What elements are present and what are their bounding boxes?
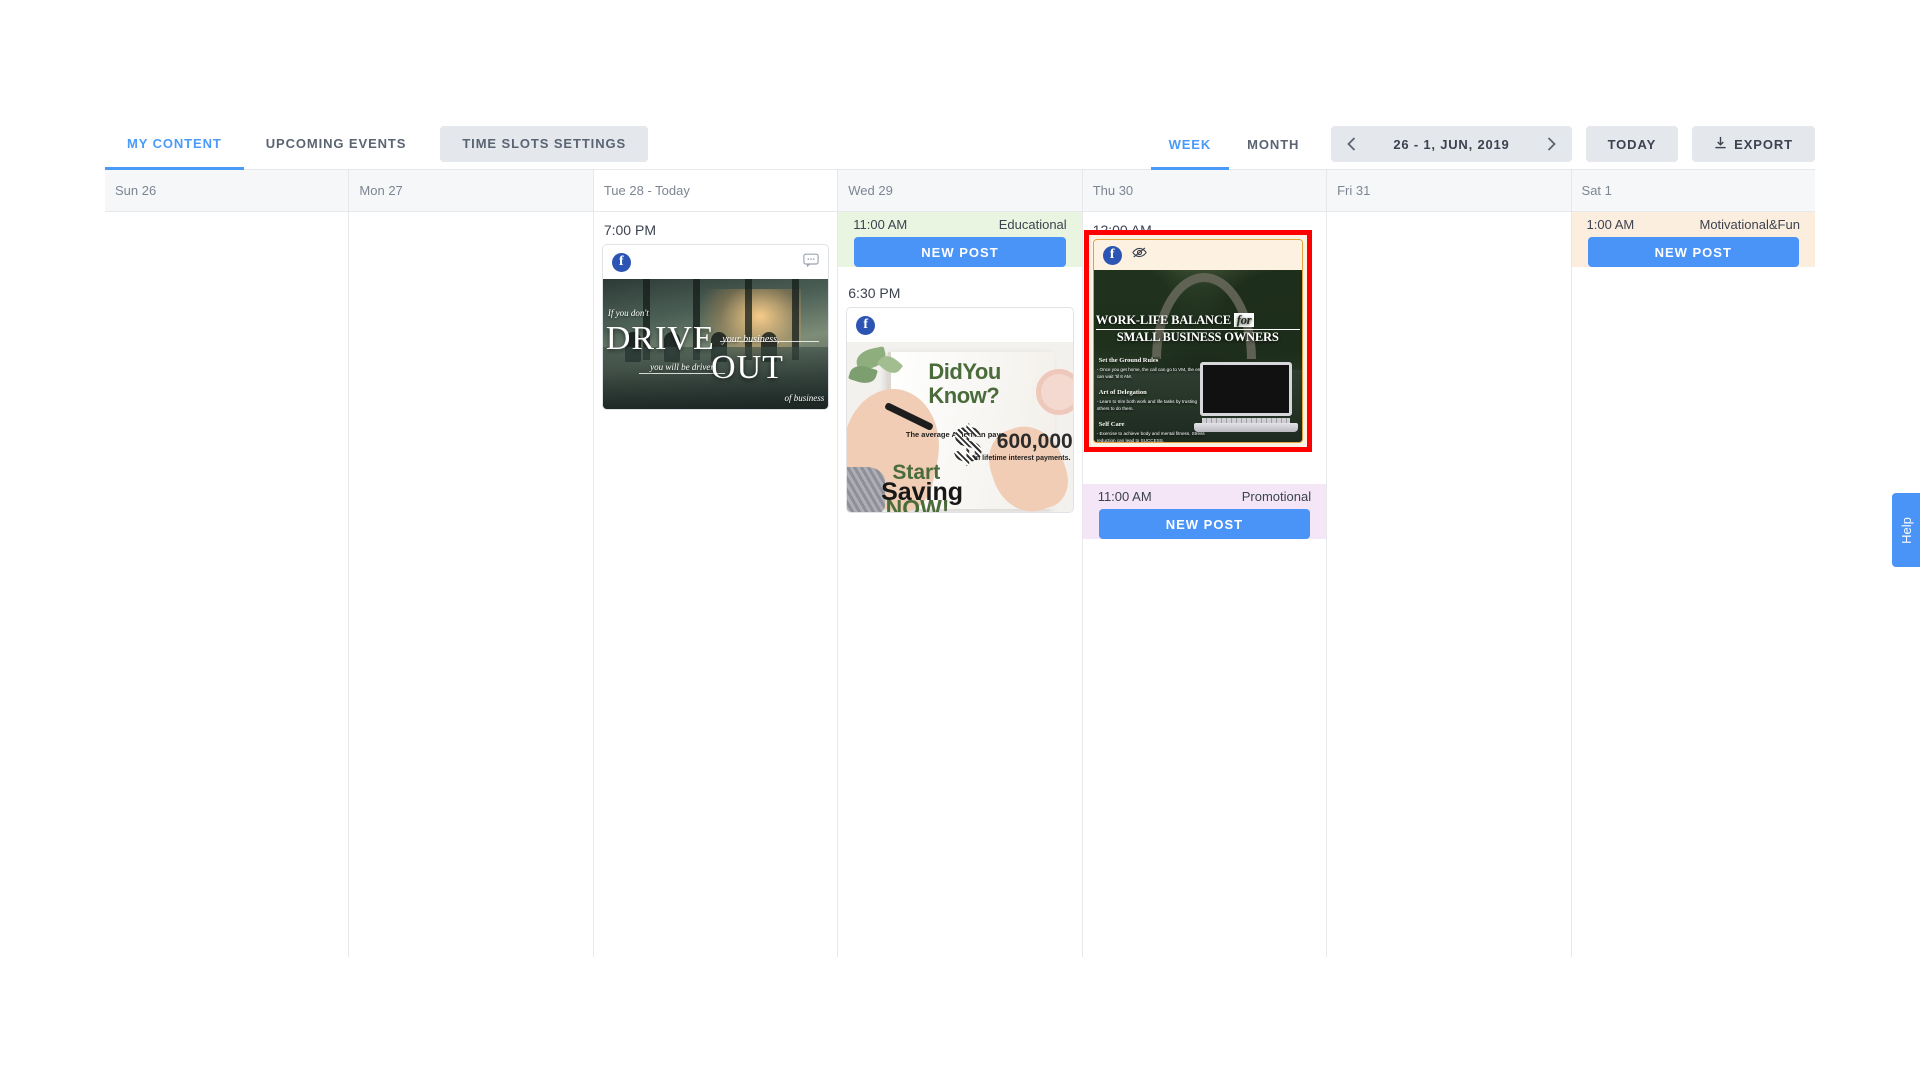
post-time-label: 6:30 PM — [848, 285, 901, 301]
toolbar-right-controls: WEEK MONTH 26 - 1, JUN, 2019 TODAY EXPOR… — [1151, 118, 1815, 170]
day-header: Mon 27 — [349, 170, 593, 212]
tab-time-slots-settings[interactable]: TIME SLOTS SETTINGS — [440, 125, 649, 162]
post-image: If you don't DRIVE your business, you wi… — [602, 279, 829, 409]
time-slot-educational: 11:00 AM Educational NEW POST — [838, 212, 1082, 267]
day-column-tue-28-today[interactable]: Tue 28 - Today 7:00 PM f If you don't DR… — [593, 170, 839, 957]
tab-bar: MY CONTENT UPCOMING EVENTS TIME SLOTS SE… — [105, 118, 649, 170]
date-range-label: 26 - 1, JUN, 2019 — [1393, 136, 1510, 152]
time-slot-motivational-fun: 1:00 AM Motivational&Fun NEW POST — [1571, 212, 1815, 267]
day-header: Thu 30 — [1082, 170, 1327, 212]
post-card-header: f — [847, 308, 1073, 342]
time-slot-time: 11:00 AM — [853, 217, 908, 232]
facebook-icon: f — [1102, 245, 1122, 265]
bullet-heading: Set the Ground Rules — [1096, 357, 1161, 365]
bullet-text: - Exercise to achieve body and mental fi… — [1096, 430, 1205, 442]
post-image-text-line3: your business, — [722, 333, 780, 345]
post-image-text-line6: of business — [784, 392, 825, 403]
day-column-sat-1[interactable]: Sat 1 1:00 AM Motivational&Fun NEW POST — [1571, 170, 1815, 957]
day-column-wed-29[interactable]: Wed 29 11:00 AM Educational NEW POST 6:3… — [838, 170, 1083, 957]
post-time-label: 7:00 PM — [603, 222, 656, 238]
date-navigator: 26 - 1, JUN, 2019 — [1331, 126, 1572, 162]
download-icon — [1714, 136, 1727, 152]
day-header: Tue 28 - Today — [593, 170, 838, 212]
post-image-text-line4: you will be driven — [650, 362, 715, 373]
today-button[interactable]: TODAY — [1585, 126, 1679, 162]
day-header: Fri 31 — [1327, 170, 1571, 212]
post-image-text-line1: If you don't — [607, 307, 649, 318]
toolbar: MY CONTENT UPCOMING EVENTS TIME SLOTS SE… — [105, 118, 1815, 170]
new-post-button[interactable]: NEW POST — [854, 237, 1066, 267]
day-column-mon-27[interactable]: Mon 27 — [349, 170, 594, 957]
facebook-icon: f — [611, 252, 631, 272]
view-month-button[interactable]: MONTH — [1229, 118, 1317, 170]
today-button-label: TODAY — [1607, 136, 1657, 152]
post-card-header: f — [1093, 240, 1302, 270]
day-header: Sat 1 — [1571, 170, 1815, 212]
time-slot-header: 1:00 AM Motivational&Fun — [1580, 212, 1807, 237]
export-button-label: EXPORT — [1734, 136, 1793, 152]
chevron-left-icon[interactable] — [1331, 126, 1371, 162]
facebook-icon: f — [856, 315, 876, 335]
post-image-title-line1: DidYou — [928, 359, 1001, 384]
comment-bubble-icon[interactable] — [803, 253, 819, 272]
post-image-cta-line3: NOW! — [885, 495, 950, 512]
day-body[interactable]: 7:00 PM f If you don't DRIVE your busine… — [594, 212, 837, 410]
time-slot-time: 11:00 AM — [1097, 489, 1152, 504]
time-slot-category: Motivational&Fun — [1699, 217, 1800, 232]
post-image-amount: 600,000 — [996, 430, 1073, 454]
eye-off-icon[interactable] — [1131, 244, 1148, 266]
time-slot-category: Educational — [998, 217, 1067, 232]
help-tab-label: Help — [1898, 516, 1914, 544]
content-calendar-app: MY CONTENT UPCOMING EVENTS TIME SLOTS SE… — [105, 118, 1815, 958]
post-card[interactable]: f DidYou Know? The average pays $ 600,00… — [846, 307, 1074, 513]
tab-upcoming-events[interactable]: UPCOMING EVENTS — [244, 118, 429, 170]
bullet-heading: Art of Delegation — [1096, 388, 1149, 396]
new-post-button[interactable]: NEW POST — [1098, 509, 1311, 539]
help-tab-button[interactable]: Help — [1892, 493, 1920, 567]
export-button[interactable]: EXPORT — [1692, 126, 1815, 162]
post-image-text-line2: DRIVE — [605, 319, 715, 357]
week-calendar: Sun 26 Mon 27 Tue 28 - Today 7:00 PM f I… — [105, 170, 1815, 957]
view-week-button[interactable]: WEEK — [1151, 118, 1230, 170]
time-slot-promotional: 11:00 AM Promotional NEW POST — [1082, 484, 1327, 539]
post-image-title-line2: Know? — [928, 382, 1000, 408]
day-header: Sun 26 — [105, 170, 349, 212]
selected-post-highlight: f WORK-LIFE BALANCE for SMALL BUSINESS O… — [1083, 230, 1312, 452]
post-image-title: WORK-LIFE BALANCE for SMALL BUSINESS OWN… — [1095, 313, 1300, 345]
post-card[interactable]: f If you don't DRIVE your business, you … — [601, 244, 830, 410]
day-column-fri-31[interactable]: Fri 31 — [1327, 170, 1572, 957]
time-slot-category: Promotional — [1241, 489, 1312, 504]
post-card-header: f — [602, 245, 829, 279]
day-column-sun-26[interactable]: Sun 26 — [105, 170, 350, 957]
day-header: Wed 29 — [838, 170, 1082, 212]
post-card-selected[interactable]: f WORK-LIFE BALANCE for SMALL BUSINESS O… — [1092, 239, 1303, 443]
day-column-thu-30[interactable]: Thu 30 12:00 AM f — [1082, 170, 1328, 957]
new-post-button[interactable]: NEW POST — [1587, 237, 1799, 267]
tab-my-content[interactable]: MY CONTENT — [105, 118, 244, 170]
laptop-illustration — [1193, 362, 1298, 432]
post-image-subtext-2: in lifetime interest payments. — [973, 455, 1071, 463]
post-image-title-line2: SMALL BUSINESS OWNERS — [1116, 330, 1279, 344]
time-slot-header: 11:00 AM Promotional — [1091, 484, 1318, 509]
post-image: WORK-LIFE BALANCE for SMALL BUSINESS OWN… — [1093, 270, 1302, 442]
day-body[interactable]: 12:00 AM f — [1082, 212, 1327, 539]
day-body[interactable]: 11:00 AM Educational NEW POST 6:30 PM f — [838, 212, 1082, 513]
chevron-right-icon[interactable] — [1532, 126, 1572, 162]
view-toggle: WEEK MONTH — [1151, 118, 1318, 170]
time-slot-header: 11:00 AM Educational — [846, 212, 1074, 237]
time-slot-time: 1:00 AM — [1586, 217, 1635, 232]
day-body[interactable]: 1:00 AM Motivational&Fun NEW POST — [1571, 212, 1815, 267]
bullet-heading: Self Care — [1096, 420, 1127, 428]
post-image-text-line5: OUT — [711, 348, 784, 386]
post-image-title-line1: WORK-LIFE BALANCE — [1095, 313, 1231, 327]
post-image: DidYou Know? The average American pays $… — [847, 342, 1073, 512]
post-image-title-for: for — [1233, 313, 1255, 327]
